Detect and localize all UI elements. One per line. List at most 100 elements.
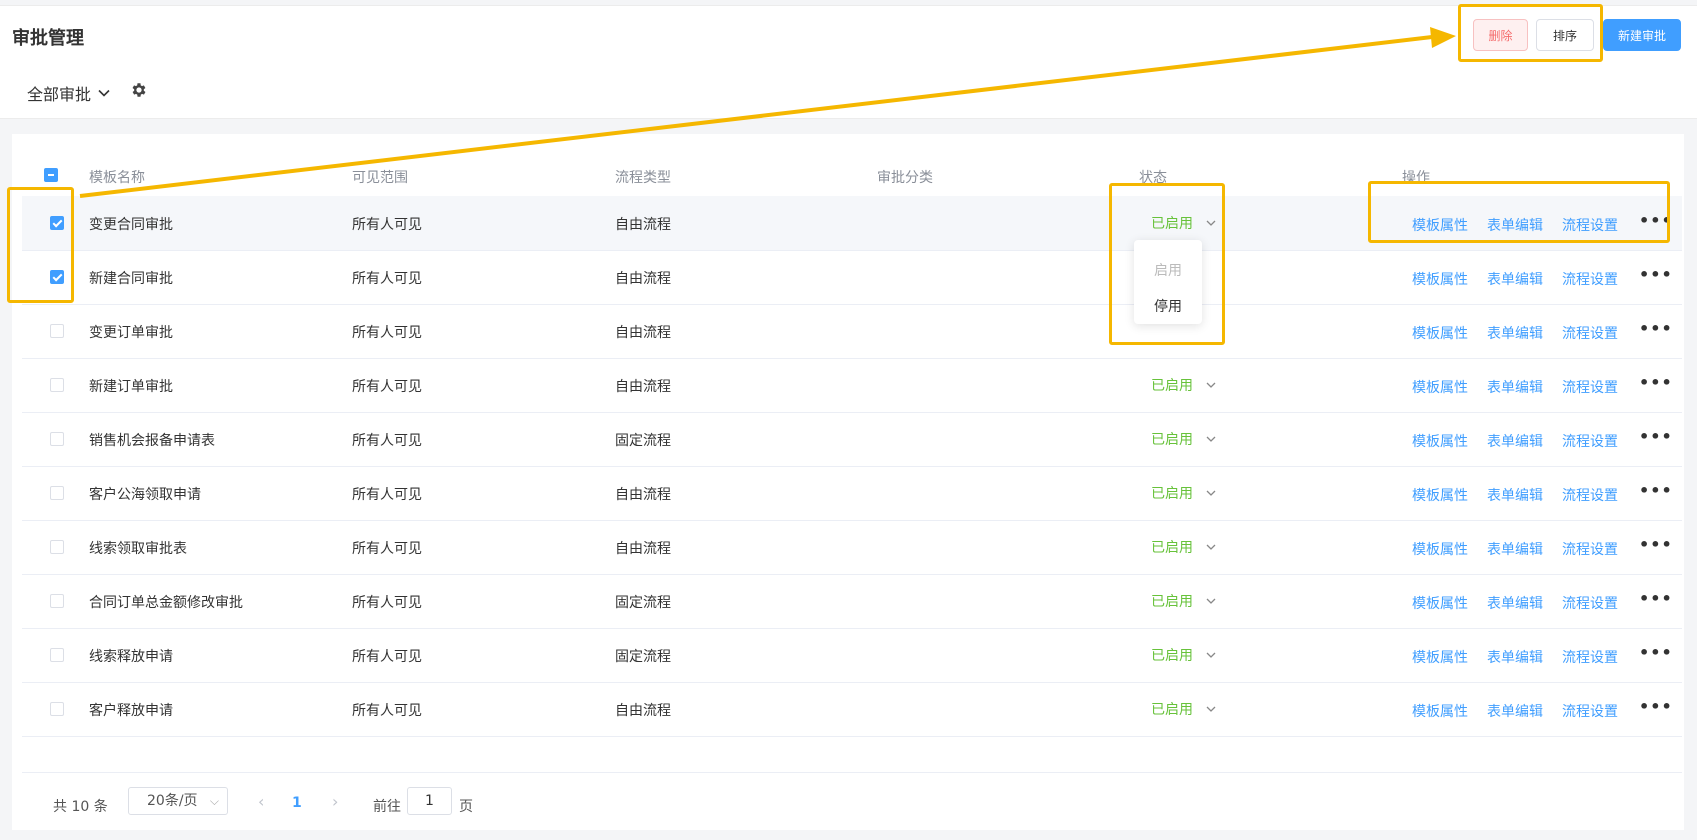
status-toggle[interactable]: 已启用 <box>1151 375 1217 395</box>
form-edit-link[interactable]: 表单编辑 <box>1487 485 1543 505</box>
next-page-button[interactable]: › <box>332 792 338 811</box>
table-card: 模板名称 可见范围 流程类型 审批分类 状态 操作 变更合同审批 所有人可见 自由流… <box>12 134 1684 830</box>
form-edit-link[interactable]: 表单编辑 <box>1487 377 1543 397</box>
table-row: 新建合同审批 所有人可见 自由流程 模板属性 表单编辑 流程设置 ••• <box>22 250 1682 305</box>
approval-filter-select[interactable]: 全部审批 <box>27 81 111 105</box>
template-props-link[interactable]: 模板属性 <box>1412 701 1468 721</box>
status-toggle[interactable]: 已启用 <box>1151 429 1217 449</box>
more-icon[interactable]: ••• <box>1639 427 1673 446</box>
flow-settings-link[interactable]: 流程设置 <box>1562 269 1618 289</box>
flow-settings-link[interactable]: 流程设置 <box>1562 647 1618 667</box>
current-page-number[interactable]: 1 <box>292 795 302 811</box>
table-row: 合同订单总金额修改审批 所有人可见 固定流程 已启用 模板属性 表单编辑 流程设置 ••• <box>22 574 1682 629</box>
status-label: 已启用 <box>1151 486 1193 502</box>
row-checkbox[interactable] <box>50 378 64 392</box>
row-checkbox[interactable] <box>50 702 64 716</box>
more-icon[interactable]: ••• <box>1639 481 1673 500</box>
sort-button[interactable]: 排序 <box>1536 19 1594 51</box>
total-count: 共 10 条 <box>53 799 108 815</box>
form-edit-link[interactable]: 表单编辑 <box>1487 539 1543 559</box>
template-name: 销售机会报备申请表 <box>89 433 215 449</box>
template-props-link[interactable]: 模板属性 <box>1412 269 1468 289</box>
status-toggle[interactable]: 已启用 <box>1151 591 1217 611</box>
chevron-down-icon <box>1206 706 1216 712</box>
flow-type: 自由流程 <box>615 379 671 395</box>
row-checkbox[interactable] <box>50 540 64 554</box>
template-props-link[interactable]: 模板属性 <box>1412 431 1468 451</box>
flow-settings-link[interactable]: 流程设置 <box>1562 377 1618 397</box>
table-row: 销售机会报备申请表 所有人可见 固定流程 已启用 模板属性 表单编辑 流程设置 ••• <box>22 412 1682 467</box>
status-toggle[interactable]: 已启用 <box>1151 645 1217 665</box>
status-toggle[interactable]: 已启用 <box>1151 537 1217 557</box>
visibility-scope: 所有人可见 <box>352 325 422 341</box>
row-checkbox[interactable] <box>50 486 64 500</box>
flow-type: 自由流程 <box>615 271 671 287</box>
status-option-disable[interactable]: 停用 <box>1134 296 1202 316</box>
visibility-scope: 所有人可见 <box>352 379 422 395</box>
table-row: 线索领取审批表 所有人可见 自由流程 已启用 模板属性 表单编辑 流程设置 ••• <box>22 520 1682 575</box>
more-icon[interactable]: ••• <box>1639 535 1673 554</box>
flow-settings-link[interactable]: 流程设置 <box>1562 431 1618 451</box>
flow-settings-link[interactable]: 流程设置 <box>1562 593 1618 613</box>
chevron-down-icon <box>1206 220 1216 226</box>
more-icon[interactable]: ••• <box>1639 265 1673 284</box>
select-all-checkbox[interactable] <box>44 168 58 182</box>
table-header: 模板名称 可见范围 流程类型 审批分类 状态 操作 <box>22 154 1682 197</box>
row-checkbox[interactable] <box>50 594 64 608</box>
form-edit-link[interactable]: 表单编辑 <box>1487 593 1543 613</box>
status-option-enable: 启用 <box>1154 263 1182 279</box>
row-checkbox[interactable] <box>50 648 64 662</box>
visibility-scope: 所有人可见 <box>352 487 422 503</box>
flow-settings-link[interactable]: 流程设置 <box>1562 485 1618 505</box>
flow-settings-link[interactable]: 流程设置 <box>1562 701 1618 721</box>
form-edit-link[interactable]: 表单编辑 <box>1487 269 1543 289</box>
delete-button[interactable]: 删除 <box>1473 19 1528 51</box>
template-props-link[interactable]: 模板属性 <box>1412 377 1468 397</box>
chevron-down-icon <box>1206 652 1216 658</box>
more-icon[interactable]: ••• <box>1639 589 1673 608</box>
more-icon[interactable]: ••• <box>1639 697 1673 716</box>
template-props-link[interactable]: 模板属性 <box>1412 485 1468 505</box>
form-edit-link[interactable]: 表单编辑 <box>1487 647 1543 667</box>
new-approval-button[interactable]: 新建审批 <box>1603 19 1681 51</box>
row-checkbox[interactable] <box>50 270 64 284</box>
row-checkbox[interactable] <box>50 216 64 230</box>
form-edit-link[interactable]: 表单编辑 <box>1487 323 1543 343</box>
template-props-link[interactable]: 模板属性 <box>1412 215 1468 235</box>
flow-settings-link[interactable]: 流程设置 <box>1562 323 1618 343</box>
template-props-link[interactable]: 模板属性 <box>1412 323 1468 343</box>
page-size-select[interactable]: 20条/页 ⌵ <box>128 787 228 815</box>
column-header-flow-type: 流程类型 <box>615 170 671 186</box>
goto-page-input[interactable] <box>407 787 452 815</box>
template-props-link[interactable]: 模板属性 <box>1412 593 1468 613</box>
status-label: 已启用 <box>1151 378 1193 394</box>
prev-page-button[interactable]: ‹ <box>258 792 264 811</box>
status-toggle[interactable]: 已启用 <box>1151 699 1217 719</box>
chevron-down-icon <box>1206 436 1216 442</box>
template-name: 新建合同审批 <box>89 271 173 287</box>
form-edit-link[interactable]: 表单编辑 <box>1487 701 1543 721</box>
column-header-scope: 可见范围 <box>352 170 408 186</box>
more-icon[interactable]: ••• <box>1639 211 1673 230</box>
gear-icon[interactable] <box>130 81 148 99</box>
flow-type: 自由流程 <box>615 541 671 557</box>
template-props-link[interactable]: 模板属性 <box>1412 539 1468 559</box>
more-icon[interactable]: ••• <box>1639 643 1673 662</box>
page-header: 审批管理 删除 排序 新建审批 <box>0 5 1697 63</box>
status-toggle[interactable]: 已启用 <box>1151 483 1217 503</box>
flow-type: 自由流程 <box>615 217 671 233</box>
flow-settings-link[interactable]: 流程设置 <box>1562 539 1618 559</box>
form-edit-link[interactable]: 表单编辑 <box>1487 215 1543 235</box>
flow-settings-link[interactable]: 流程设置 <box>1562 215 1618 235</box>
row-checkbox[interactable] <box>50 324 64 338</box>
row-checkbox[interactable] <box>50 432 64 446</box>
status-toggle[interactable]: 已启用 <box>1151 213 1217 233</box>
table-row: 变更订单审批 所有人可见 自由流程 模板属性 表单编辑 流程设置 ••• <box>22 304 1682 359</box>
form-edit-link[interactable]: 表单编辑 <box>1487 431 1543 451</box>
template-props-link[interactable]: 模板属性 <box>1412 647 1468 667</box>
chevron-down-icon: ⌵ <box>209 794 219 808</box>
flow-type: 自由流程 <box>615 703 671 719</box>
column-header-name: 模板名称 <box>89 170 145 186</box>
more-icon[interactable]: ••• <box>1639 373 1673 392</box>
more-icon[interactable]: ••• <box>1639 319 1673 338</box>
